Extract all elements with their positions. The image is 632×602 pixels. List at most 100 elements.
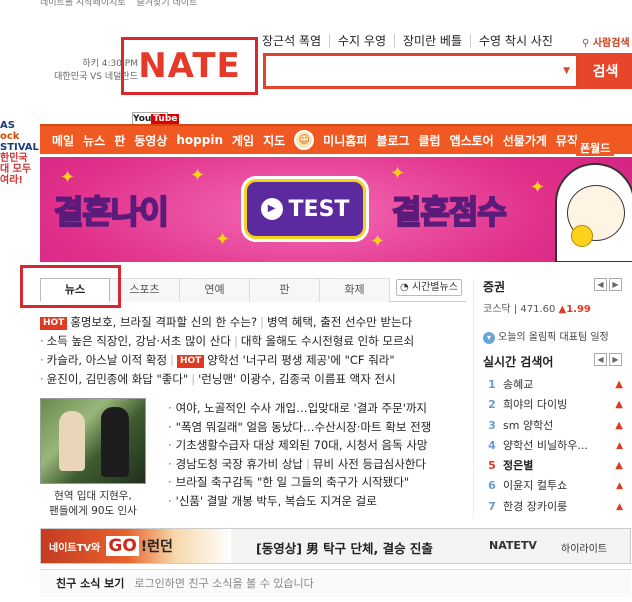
next-arrow-icon[interactable]: ▶ (609, 278, 622, 291)
realtime-item[interactable]: 2 희야의 다이빙 ▲ (483, 395, 623, 415)
flower-icon (571, 225, 593, 247)
time-news-button[interactable]: ◔ 시간별뉴스 (396, 279, 462, 296)
cyworld-smile-icon[interactable]: ☺ (294, 130, 315, 150)
left-side-ad[interactable]: AS ock STIVAL 한민국 대 모두 여라! (0, 120, 39, 190)
stock-line[interactable]: 코스닥 | 471.60 ▲1.99 (483, 300, 623, 315)
news-photo[interactable] (40, 398, 146, 484)
rank-number: 7 (488, 499, 496, 513)
set-homepage-link[interactable]: 네이트를 시작페이지로 (40, 0, 126, 8)
friend-news-bar: 친구 소식 보기 로그인하면 친구 소식을 볼 수 있습니다 (40, 569, 631, 597)
news-link[interactable]: '런닝맨' 이광수, 김종국 이름표 액자 전시 (198, 372, 396, 386)
nate-logo[interactable]: NATE (138, 46, 241, 86)
news-link[interactable]: 카슬라, 아스날 이적 확정 (47, 353, 167, 367)
stock-pager: ◀ ▶ (594, 278, 622, 291)
nate-tv-promo[interactable]: 네이트TV와 GO !런던 [동영상] 男 탁구 단체, 결승 진출 NATETV … (40, 528, 631, 564)
nate-tv-logo: NATETV (489, 539, 537, 552)
nav-blog[interactable]: 블로그 (376, 132, 409, 149)
hot-keyword[interactable]: 수영 착시 사진 (471, 34, 561, 48)
realtime-keyword: 양학선 비닐하우... (503, 438, 588, 452)
promo-headline[interactable]: [동영상] 男 탁구 단체, 결승 진출 (256, 538, 433, 557)
olympic-label: 오늘의 올림픽 대표팀 일정 (498, 332, 609, 343)
realtime-search-title: 실시간 검색어 (483, 355, 554, 369)
olympic-schedule-link[interactable]: ▾ 오늘의 올림픽 대표팀 일정 (483, 328, 609, 344)
nav-hoppin[interactable]: hoppin (176, 133, 223, 147)
news-row: HOT 홍명보호, 브라질 격파할 신의 한 수는? | 병역 혜택, 출전 선수만 … (40, 313, 468, 332)
left-ad-line: STIVAL (0, 142, 39, 153)
clock-icon: ◔ (400, 282, 412, 293)
banner-word: 점수 (448, 192, 508, 232)
nav-gift[interactable]: 선물가게 (503, 132, 547, 149)
nav-game[interactable]: 게임 (232, 132, 254, 149)
realtime-keyword: sm 양학선 (503, 418, 554, 432)
prev-arrow-icon[interactable]: ◀ (594, 353, 607, 366)
rank-up-icon: ▲ (616, 481, 623, 492)
realtime-item[interactable]: 7 한경 장카이룽 ▲ (483, 497, 623, 517)
friend-news-status: 로그인하면 친구 소식을 볼 수 있습니다 (134, 577, 314, 590)
news-link[interactable]: "폭염 뭐길래" 얼음 동났다…수산시장·마트 확보 전쟁 (168, 418, 468, 437)
tab-entertainment[interactable]: 연예 (180, 278, 250, 302)
people-search-link[interactable]: ⚲ 사람검색 (582, 34, 630, 49)
ad-banner[interactable]: ✦ ✦ ✦ ✦ ✦ ✦ 결혼나이 ▶ TEST 결혼점수 (40, 157, 632, 262)
hot-keyword[interactable]: 장근석 폭염 (262, 34, 331, 48)
news-link[interactable]: 여야, 노골적인 수사 개입…입맞대로 '결과 주문'까지 (168, 399, 468, 418)
realtime-item[interactable]: 5 정은별 ▲ (483, 456, 623, 476)
nav-map[interactable]: 지도 (263, 132, 285, 149)
search-small-icon: ⚲ (582, 38, 593, 49)
news-link[interactable]: 뮤비 사전 등급심사한다 (313, 457, 426, 471)
youtube-tube: Tube (151, 114, 180, 124)
rank-up-icon: ▲ (615, 379, 623, 390)
caption-line: 팬들에게 90도 인사 (49, 505, 137, 517)
banner-test-button[interactable]: ▶ TEST (244, 179, 366, 239)
news-link[interactable]: 윤진이, 김민종에 화답 "좋다" (47, 372, 189, 386)
news-link[interactable]: 기초생활수급자 대상 제외된 70대, 시청서 음독 사망 (168, 436, 468, 455)
news-link[interactable]: 소득 높은 직장인, 강남·서초 많이 산다 (47, 334, 231, 348)
star-icon: ✦ (530, 177, 546, 198)
bookmark-link[interactable]: 즐겨찾기 네이트 (137, 0, 198, 8)
realtime-item[interactable]: 3 sm 양학선 ▲ (483, 416, 623, 436)
star-icon: ✦ (370, 231, 386, 252)
friend-news-title[interactable]: 친구 소식 보기 (56, 577, 124, 590)
realtime-item[interactable]: 4 양학선 비닐하우... ▲ (483, 436, 623, 456)
promo-london-badge: 네이트TV와 GO !런던 (41, 529, 231, 563)
search-button[interactable]: 검색 (579, 53, 632, 89)
tab-pan[interactable]: 판 (250, 278, 320, 302)
hot-badge: HOT (40, 317, 68, 330)
prev-arrow-icon[interactable]: ◀ (594, 278, 607, 291)
nav-mail[interactable]: 메일 (52, 132, 74, 149)
nav-phoneworld[interactable]: 폰월드 (576, 140, 615, 156)
photo-caption[interactable]: 현역 입대 지현우, 팬들에게 90도 인사 (40, 489, 146, 519)
next-arrow-icon[interactable]: ▶ (609, 353, 622, 366)
realtime-keyword: 송혜교 (503, 378, 534, 391)
hot-keyword[interactable]: 장미란 베틀 (395, 34, 472, 48)
news-row: · 소득 높은 직장인, 강남·서초 많이 산다 | 대학 올해도 수시전형료 인하 … (40, 334, 415, 348)
news-link[interactable]: 경남도청 국장 휴가비 상납 (176, 457, 303, 471)
nav-appstore[interactable]: 앱스토어 (450, 132, 494, 149)
news-link[interactable]: 양학선 '너구리 평생 제공'에 "CF 줘라" (207, 353, 394, 367)
highlight-link[interactable]: 하이라이트 (561, 540, 607, 555)
nav-club[interactable]: 클럽 (418, 132, 440, 149)
nav-pan[interactable]: 판 (114, 132, 125, 149)
realtime-item[interactable]: 6 이윤지 컬투쇼 ▲ (483, 476, 623, 496)
rank-number: 3 (488, 418, 496, 432)
news-link[interactable]: 병역 혜택, 출전 선수만 받는다 (267, 315, 412, 329)
news-row: · 윤진이, 김민종에 화답 "좋다" | '런닝맨' 이광수, 김종국 이름표 액자… (40, 372, 396, 386)
news-link[interactable]: 브라질 축구감독 "한 일 그들의 축구가 시작됐다" (168, 473, 468, 492)
top-utility-links: 네이트를 시작페이지로 즐겨찾기 네이트 (40, 0, 205, 8)
nav-news[interactable]: 뉴스 (83, 132, 105, 149)
nav-minihompy[interactable]: 미니홈피 (323, 132, 367, 149)
dropdown-arrow-icon[interactable]: ▼ (563, 66, 570, 76)
nav-music[interactable]: 뮤직 (556, 132, 578, 149)
tab-topics[interactable]: 화제 (320, 278, 390, 302)
realtime-item[interactable]: 1 송혜교 ▲ (483, 375, 623, 395)
search-input[interactable] (270, 60, 550, 82)
news-link[interactable]: 홍명보호, 브라질 격파할 신의 한 수는? (70, 315, 257, 329)
bullet-icon: · (40, 334, 44, 348)
rank-up-icon: ▲ (615, 460, 623, 472)
news-link[interactable]: '신품' 결말 개봉 박두, 복습도 지겨운 걸로 (168, 492, 468, 511)
nav-video[interactable]: 동영상 (134, 132, 167, 149)
logo-highlight-box: NATE (121, 37, 258, 95)
left-ad-line: 여라! (0, 175, 23, 186)
hot-keyword[interactable]: 수지 우영 (330, 34, 395, 48)
realtime-keyword: 희야의 다이빙 (503, 398, 568, 412)
news-link[interactable]: 대학 올해도 수시전형료 인하 모르쇠 (241, 334, 414, 348)
